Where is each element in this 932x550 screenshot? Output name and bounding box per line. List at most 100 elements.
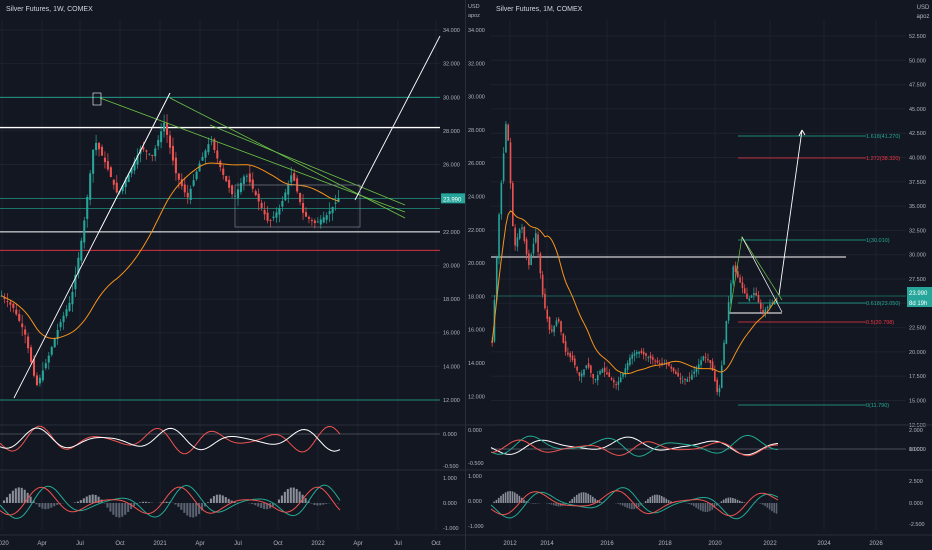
right-candle <box>567 352 569 355</box>
left-candle <box>171 145 174 161</box>
right-candle <box>679 377 682 380</box>
left-chart-canvas[interactable]: 34.00032.00030.00028.00026.00024.00022.0… <box>0 0 466 550</box>
right-candle <box>514 227 516 246</box>
right-candle <box>635 352 638 355</box>
left-osc2-tick: -1.000 <box>443 526 459 532</box>
left-time-tick: Apr <box>353 541 362 547</box>
left-osc2-histogram-bar <box>73 502 76 503</box>
right-candle <box>626 363 629 370</box>
left-candle <box>316 221 319 223</box>
right-candle <box>502 153 505 182</box>
left-candle <box>27 336 30 349</box>
right-left-scale-tick: 20.000 <box>468 261 485 267</box>
left-osc2-histogram-bar <box>44 503 47 510</box>
left-candle <box>168 135 172 148</box>
right-osc2-histogram-bar <box>704 503 707 513</box>
left-chart-panel[interactable]: Silver Futures, 1W, COMEX 34.000 32.000 30… <box>0 0 466 550</box>
right-chart-panel[interactable]: Silver Futures, 1M, COMEX USD apoz USD ap… <box>466 0 932 550</box>
right-osc2-histogram-bar <box>690 503 693 505</box>
right-price-tick: 50.000 <box>909 58 926 64</box>
left-osc2-histogram-bar <box>121 503 124 517</box>
left-osc2-histogram-bar <box>316 503 319 506</box>
left-candle <box>35 375 38 386</box>
left-candle <box>68 302 71 311</box>
right-osc2-histogram-bar <box>649 496 652 503</box>
left-osc2-histogram-bar <box>50 503 53 508</box>
left-candle <box>260 202 263 208</box>
right-price-tick: 47.500 <box>909 83 926 89</box>
right-candle <box>704 357 707 358</box>
right-candle <box>596 375 599 381</box>
right-osc2-histogram-bar <box>697 503 700 510</box>
left-candle <box>239 182 242 193</box>
right-candle <box>688 377 691 378</box>
left-candle <box>225 175 228 182</box>
left-osc2-histogram-bar <box>298 491 301 503</box>
right-fib-label: 1.618(41.270) <box>866 134 900 140</box>
left-osc2-histogram-bar <box>14 488 17 503</box>
right-candle <box>569 353 572 358</box>
left-candle <box>228 179 231 188</box>
left-osc2-histogram-bar <box>106 503 109 508</box>
right-osc2-histogram-bar <box>695 503 697 508</box>
left-osc2-histogram-bar <box>29 496 32 503</box>
right-candle <box>762 310 764 313</box>
left-candle <box>9 302 12 305</box>
right-candle <box>649 355 652 359</box>
left-osc2-histogram-bar <box>144 501 147 503</box>
right-osc2-histogram-bar <box>658 495 661 503</box>
left-time-tick: Apr <box>195 541 204 547</box>
left-osc2-histogram-bar <box>212 496 215 503</box>
right-candle <box>737 271 739 278</box>
right-osc2-histogram-bar <box>621 503 624 506</box>
right-candle <box>647 357 650 358</box>
right-target-arrow <box>778 129 803 296</box>
right-candle <box>638 351 640 354</box>
right-osc2-histogram-bar <box>493 501 495 503</box>
right-candle <box>743 288 746 294</box>
right-candle <box>574 358 576 366</box>
right-candle <box>532 243 535 254</box>
left-candle <box>242 176 245 184</box>
right-osc2-histogram-bar <box>761 503 764 505</box>
left-osc2-histogram-bar <box>41 503 44 509</box>
left-osc2-histogram-bar <box>218 494 221 503</box>
left-candle <box>62 315 65 323</box>
right-candle <box>615 384 617 386</box>
right-candle <box>759 302 762 309</box>
right-osc2-histogram-bar <box>617 503 619 504</box>
left-osc2-histogram-bar <box>112 503 115 515</box>
left-candle <box>269 220 272 222</box>
left-osc2-histogram-bar <box>283 491 286 503</box>
left-osc2-histogram-bar <box>115 503 118 517</box>
left-candle <box>41 370 44 381</box>
right-osc2-histogram-bar <box>571 498 573 503</box>
left-osc2-histogram-bar <box>289 487 292 503</box>
right-candle <box>551 329 553 332</box>
left-candle <box>245 175 248 177</box>
right-osc2-histogram-bar <box>773 503 776 513</box>
left-time-tick: Jul <box>234 541 242 547</box>
right-candle <box>716 379 718 392</box>
left-candle <box>272 216 275 219</box>
right-candle <box>633 353 636 356</box>
right-chart-canvas[interactable]: USD apoz 34.000 32.000 30.000 28.000 26.000 24.… <box>466 0 932 550</box>
right-left-scale-tick: 14.000 <box>468 361 485 367</box>
right-osc2-histogram-bar <box>736 499 739 503</box>
left-price-tick: 14.000 <box>443 364 460 370</box>
right-left-scale-tick: 16.000 <box>468 328 485 334</box>
left-osc2-histogram-bar <box>174 503 177 505</box>
left-osc2-histogram-bar <box>79 500 82 503</box>
left-osc2-tick: 1.000 <box>443 476 457 482</box>
left-osc2-histogram-bar <box>2 500 6 503</box>
right-candle <box>677 372 679 377</box>
right-osc2-histogram-bar <box>688 503 691 505</box>
right-osc2-histogram-bar <box>573 496 576 503</box>
right-fib-label: 0.5(20.798) <box>866 320 894 326</box>
left-candle <box>92 149 95 174</box>
right-candle <box>658 363 661 364</box>
right-osc2-histogram-bar <box>706 503 709 512</box>
right-fib-label: 0.618(23.050) <box>866 301 900 307</box>
left-candle <box>30 347 33 362</box>
left-candle <box>299 192 302 203</box>
